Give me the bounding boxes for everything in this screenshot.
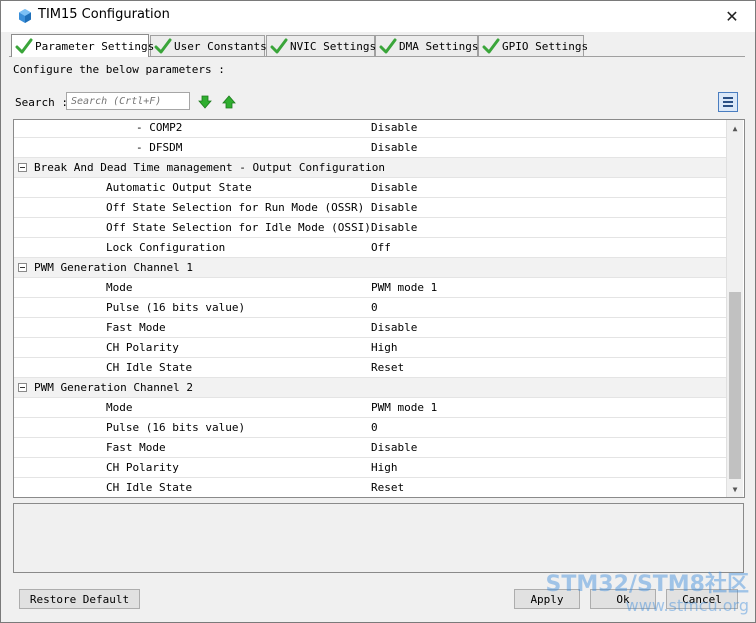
param-name: Off State Selection for Idle Mode (OSSI) (106, 221, 371, 234)
param-name: Automatic Output State (106, 181, 252, 194)
title-bar[interactable]: TIM15 Configuration ✕ (1, 1, 755, 32)
check-icon (15, 38, 33, 54)
check-icon (482, 38, 500, 54)
param-name: Fast Mode (106, 441, 166, 454)
table-row[interactable]: Automatic Output State Disable (14, 178, 726, 198)
param-name: Lock Configuration (106, 241, 226, 254)
param-name: CH Idle State (106, 361, 193, 374)
table-row[interactable]: Lock Configuration Off (14, 238, 726, 258)
param-value[interactable]: Reset (371, 481, 404, 494)
close-icon: ✕ (725, 7, 739, 26)
group-title: Break And Dead Time management - Output … (34, 161, 385, 174)
param-value[interactable]: Disable (371, 141, 417, 154)
table-row[interactable]: Fast Mode Disable (14, 318, 726, 338)
restore-default-button[interactable]: Restore Default (19, 589, 140, 609)
table-row[interactable]: Off State Selection for Idle Mode (OSSI)… (14, 218, 726, 238)
tim15-config-dialog: TIM15 Configuration ✕ Parameter Settings… (0, 0, 756, 623)
tab-user-constants[interactable]: User Constants (150, 35, 267, 56)
param-name: - DFSDM (136, 141, 183, 154)
param-value[interactable]: 0 (371, 301, 378, 314)
table-row[interactable]: Mode PWM mode 1 (14, 398, 726, 418)
param-value[interactable]: Disable (371, 441, 417, 454)
param-name: - COMP2 (136, 121, 183, 134)
search-input[interactable] (66, 92, 190, 110)
table-row[interactable]: Fast Mode Disable (14, 438, 726, 458)
parameter-description-box (13, 503, 744, 573)
param-name: CH Polarity (106, 341, 179, 354)
table-row[interactable]: - COMP2 Disable (14, 120, 726, 138)
param-value[interactable]: PWM mode 1 (371, 281, 437, 294)
close-button[interactable]: ✕ (709, 1, 755, 32)
tab-label: Parameter Settings (35, 39, 155, 53)
collapse-toggle[interactable] (18, 383, 27, 392)
table-row[interactable]: Pulse (16 bits value) 0 (14, 298, 726, 318)
table-row[interactable]: CH Idle State Reset (14, 478, 726, 497)
group-title: PWM Generation Channel 2 (34, 381, 193, 394)
parameter-settings-panel: Configure the below parameters : Search … (9, 56, 745, 498)
group-row-pwm-channel-2[interactable]: PWM Generation Channel 2 (14, 378, 726, 398)
param-name: Off State Selection for Run Mode (OSSR) (106, 201, 365, 214)
param-name: Pulse (16 bits value) (106, 301, 246, 314)
tab-nvic-settings[interactable]: NVIC Settings (266, 35, 376, 56)
list-view-icon (723, 97, 733, 107)
check-icon (270, 38, 288, 54)
param-value[interactable]: Disable (371, 221, 417, 234)
table-row[interactable]: Mode PWM mode 1 (14, 278, 726, 298)
table-row[interactable]: CH Polarity High (14, 338, 726, 358)
watermark-title: STM32/STM8社区 (545, 572, 749, 597)
arrow-up-icon[interactable] (222, 95, 236, 109)
table-row[interactable]: Off State Selection for Run Mode (OSSR) … (14, 198, 726, 218)
param-value[interactable]: Disable (371, 121, 417, 134)
group-row-break-dead-time[interactable]: Break And Dead Time management - Output … (14, 158, 726, 178)
group-title: PWM Generation Channel 1 (34, 261, 193, 274)
arrow-down-icon[interactable] (198, 95, 212, 109)
param-value[interactable]: High (371, 461, 398, 474)
collapse-toggle[interactable] (18, 263, 27, 272)
table-row[interactable]: CH Idle State Reset (14, 358, 726, 378)
tab-label: NVIC Settings (290, 39, 377, 53)
param-name: CH Polarity (106, 461, 179, 474)
vertical-scrollbar[interactable]: ▲ ▼ (726, 120, 743, 497)
group-row-pwm-channel-1[interactable]: PWM Generation Channel 1 (14, 258, 726, 278)
configure-instruction: Configure the below parameters : (13, 63, 225, 76)
tab-label: User Constants (174, 39, 267, 53)
tab-parameter-settings[interactable]: Parameter Settings (11, 34, 154, 57)
param-value[interactable]: High (371, 341, 398, 354)
cube-icon (19, 9, 31, 23)
table-row[interactable]: - DFSDM Disable (14, 138, 726, 158)
check-icon (379, 38, 397, 54)
tab-dma-settings[interactable]: DMA Settings (375, 35, 478, 56)
watermark-url: www.stmcu.org (625, 596, 749, 615)
tab-label: GPIO Settings (502, 39, 589, 53)
param-name: CH Idle State (106, 481, 193, 494)
param-value[interactable]: Disable (371, 181, 417, 194)
param-value[interactable]: Disable (371, 201, 417, 214)
parameter-table: - COMP2 Disable - DFSDM Disable Break An… (13, 119, 745, 498)
scrollbar-thumb[interactable] (729, 292, 741, 479)
scroll-down-arrow-icon[interactable]: ▼ (727, 481, 743, 497)
window-title: TIM15 Configuration (38, 7, 170, 22)
scroll-up-arrow-icon[interactable]: ▲ (727, 120, 743, 136)
collapse-toggle[interactable] (18, 163, 27, 172)
param-name: Pulse (16 bits value) (106, 421, 246, 434)
param-value[interactable]: Disable (371, 321, 417, 334)
watermark: STM32/STM8社区 www.stmcu.org (546, 566, 749, 615)
tab-label: DMA Settings (399, 39, 479, 53)
param-value[interactable]: Off (371, 241, 391, 254)
tab-gpio-settings[interactable]: GPIO Settings (478, 35, 588, 56)
param-value[interactable]: Reset (371, 361, 404, 374)
param-name: Fast Mode (106, 321, 166, 334)
table-row[interactable]: Pulse (16 bits value) 0 (14, 418, 726, 438)
table-row[interactable]: CH Polarity High (14, 458, 726, 478)
search-label: Search : (15, 96, 68, 109)
param-value[interactable]: PWM mode 1 (371, 401, 437, 414)
list-view-button[interactable] (718, 92, 738, 112)
param-name: Mode (106, 281, 133, 294)
param-value[interactable]: 0 (371, 421, 378, 434)
param-name: Mode (106, 401, 133, 414)
